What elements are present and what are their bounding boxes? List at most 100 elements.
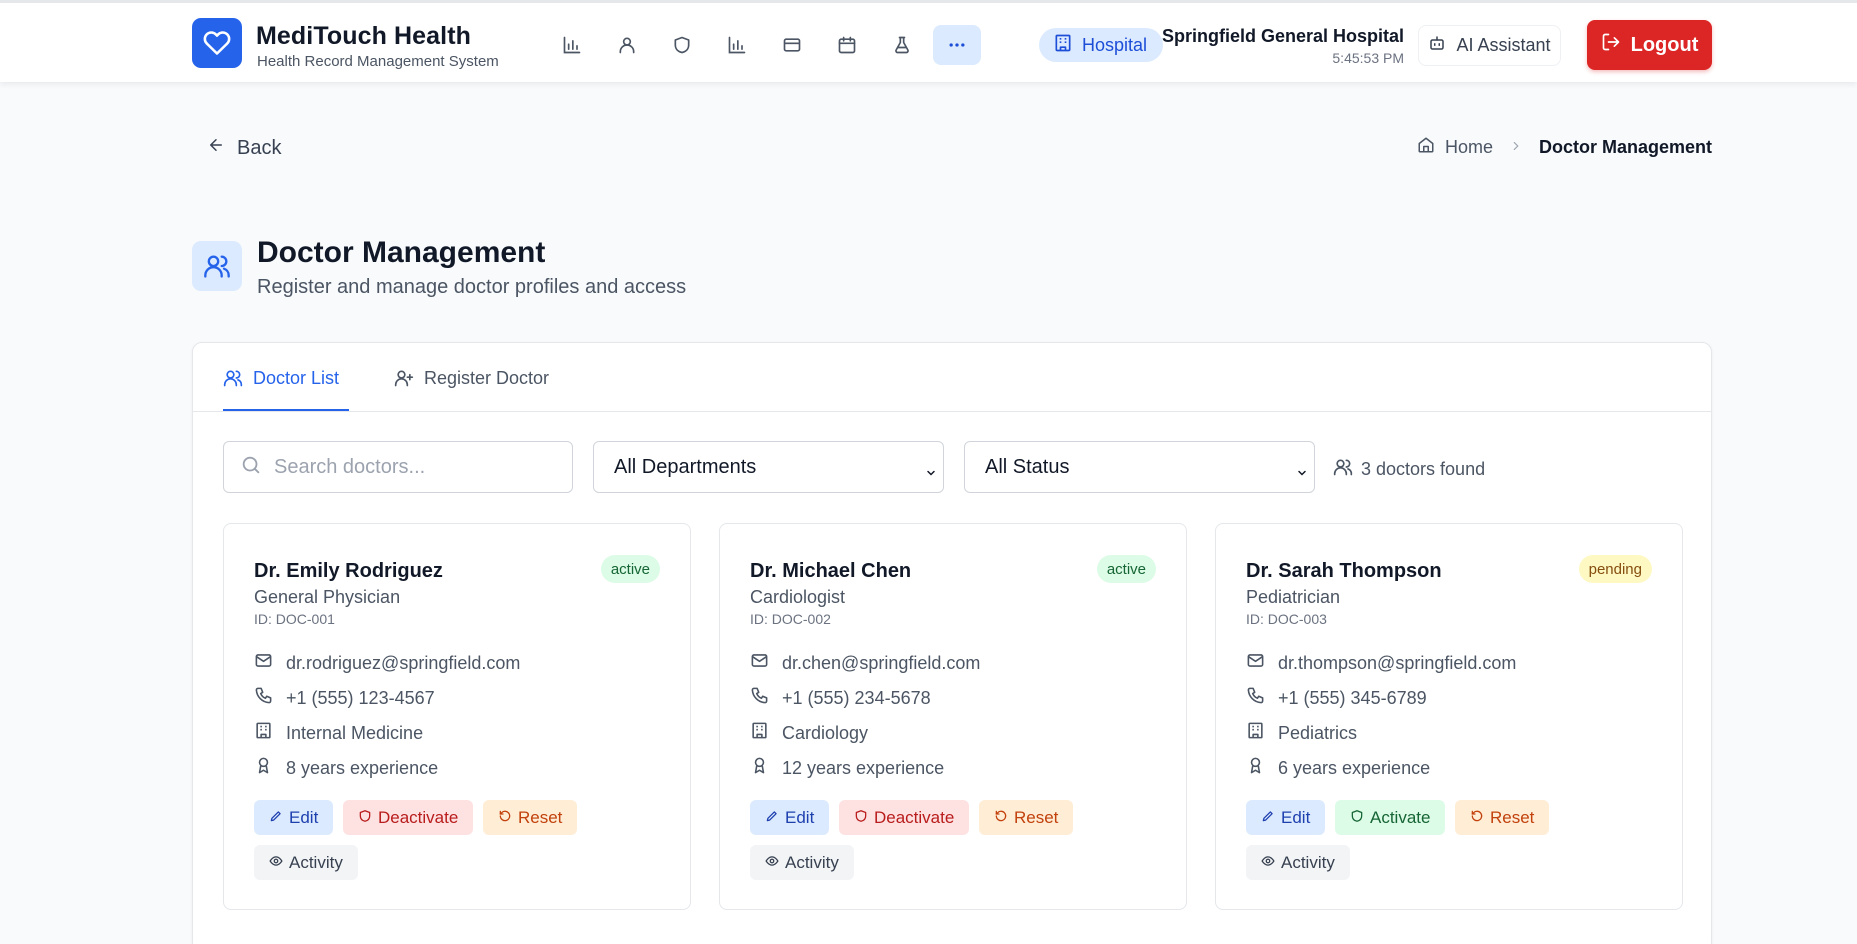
results-count: 3 doctors found	[1333, 457, 1485, 482]
back-label: Back	[237, 136, 282, 159]
home-icon	[1417, 136, 1435, 159]
shield-icon	[854, 808, 868, 828]
eye-icon	[765, 853, 779, 873]
search-input[interactable]	[274, 455, 554, 479]
doctor-email: dr.thompson@springfield.com	[1278, 652, 1517, 673]
doctor-card: Dr. Sarah Thompson Pediatrician ID: DOC-…	[1215, 523, 1683, 910]
bar-chart-icon[interactable]	[548, 25, 596, 65]
status-toggle-label: Activate	[1370, 807, 1431, 827]
activity-button[interactable]: Activity	[750, 845, 854, 880]
deactivate-button[interactable]: Deactivate	[839, 800, 970, 835]
award-icon	[750, 756, 769, 780]
arrow-left-icon	[207, 136, 225, 160]
shield-icon	[1350, 808, 1364, 828]
doctor-phone: +1 (555) 123-4567	[286, 687, 435, 708]
award-icon	[254, 756, 273, 780]
doctor-experience: 8 years experience	[286, 757, 439, 778]
building-icon	[254, 721, 273, 745]
eye-icon	[1261, 853, 1275, 873]
search-field[interactable]	[223, 441, 573, 493]
role-badge-label: Hospital	[1082, 34, 1148, 55]
phone-icon	[254, 686, 273, 710]
doctor-role: Cardiologist	[750, 587, 846, 607]
edit-label: Edit	[289, 807, 319, 827]
email-row: dr.rodriguez@springfield.com	[254, 651, 520, 675]
reset-button[interactable]: Reset	[1455, 800, 1550, 835]
department-select-value: All Departments	[614, 455, 757, 478]
doctor-card: Dr. Emily Rodriguez General Physician ID…	[223, 523, 691, 910]
activity-button[interactable]: Activity	[254, 845, 358, 880]
refresh-icon	[994, 808, 1008, 828]
activity-label: Activity	[1281, 852, 1335, 872]
deactivate-button[interactable]: Deactivate	[343, 800, 474, 835]
status-badge: pending	[1578, 555, 1652, 583]
department-select[interactable]: All Departments	[593, 441, 944, 493]
status-select[interactable]: All Status	[964, 441, 1315, 493]
reset-label: Reset	[1014, 807, 1059, 827]
edit-label: Edit	[1281, 807, 1311, 827]
phone-row: +1 (555) 123-4567	[254, 686, 435, 710]
app-subtitle: Health Record Management System	[257, 53, 499, 70]
top-header: MediTouch Health Health Record Managemen…	[0, 0, 1857, 82]
doctor-name: Dr. Sarah Thompson	[1246, 560, 1442, 582]
shield-icon	[358, 808, 372, 828]
status-select-value: All Status	[985, 455, 1070, 478]
tab-doctor-list[interactable]: Doctor List	[223, 365, 349, 411]
doctor-email: dr.chen@springfield.com	[782, 652, 981, 673]
back-button[interactable]: Back	[207, 136, 281, 160]
status-toggle-label: Deactivate	[874, 807, 955, 827]
activate-button[interactable]: Activate	[1335, 800, 1446, 835]
card-icon[interactable]	[768, 25, 816, 65]
shield-icon[interactable]	[658, 25, 706, 65]
heart-icon	[192, 18, 242, 68]
doctor-panel: Doctor List Register Doctor All Departme…	[192, 342, 1712, 944]
doctor-card: Dr. Michael Chen Cardiologist ID: DOC-00…	[719, 523, 1187, 910]
doctor-id: ID: DOC-003	[1246, 611, 1327, 627]
nav-icon-bar	[548, 25, 981, 65]
breadcrumb-current: Doctor Management	[1538, 137, 1712, 157]
results-count-label: 3 doctors found	[1361, 459, 1486, 479]
reset-button[interactable]: Reset	[483, 800, 578, 835]
mail-icon	[254, 651, 273, 675]
page-subtitle: Register and manage doctor profiles and …	[257, 276, 687, 298]
chevron-down-icon	[1296, 462, 1308, 485]
flask-icon[interactable]	[878, 25, 926, 65]
current-time: 5:45:53 PM	[1332, 50, 1404, 66]
tab-bar: Doctor List Register Doctor	[193, 343, 1711, 412]
doctor-phone: +1 (555) 345-6789	[1278, 687, 1427, 708]
app-title: MediTouch Health	[256, 22, 472, 50]
department-row: Internal Medicine	[254, 721, 423, 745]
user-plus-icon	[394, 368, 414, 393]
doctor-department: Pediatrics	[1278, 722, 1358, 743]
mail-icon	[1246, 651, 1265, 675]
activity-label: Activity	[289, 852, 343, 872]
role-badge: Hospital	[1039, 28, 1164, 62]
edit-button[interactable]: Edit	[254, 800, 334, 835]
search-icon	[240, 454, 262, 481]
experience-row: 6 years experience	[1246, 756, 1430, 780]
refresh-icon	[498, 808, 512, 828]
logout-button[interactable]: Logout	[1587, 20, 1712, 70]
department-row: Pediatrics	[1246, 721, 1357, 745]
activity-button[interactable]: Activity	[1246, 845, 1350, 880]
reset-button[interactable]: Reset	[979, 800, 1074, 835]
doctor-phone: +1 (555) 234-5678	[782, 687, 931, 708]
activity-label: Activity	[785, 852, 839, 872]
logout-icon	[1601, 32, 1621, 58]
calendar-icon[interactable]	[823, 25, 871, 65]
ai-assistant-button[interactable]: AI Assistant	[1418, 25, 1561, 66]
breadcrumb-home[interactable]: Home	[1445, 137, 1493, 158]
pencil-icon	[765, 808, 779, 828]
edit-button[interactable]: Edit	[1246, 800, 1326, 835]
doctor-id: ID: DOC-002	[750, 611, 831, 627]
more-icon[interactable]	[933, 25, 981, 65]
bar-chart-icon[interactable]	[713, 25, 761, 65]
edit-button[interactable]: Edit	[750, 800, 830, 835]
doctor-email: dr.rodriguez@springfield.com	[286, 652, 521, 673]
mail-icon	[750, 651, 769, 675]
building-icon	[1246, 721, 1265, 745]
reset-label: Reset	[1490, 807, 1535, 827]
user-icon[interactable]	[603, 25, 651, 65]
department-row: Cardiology	[750, 721, 868, 745]
tab-register-doctor[interactable]: Register Doctor	[394, 365, 549, 411]
